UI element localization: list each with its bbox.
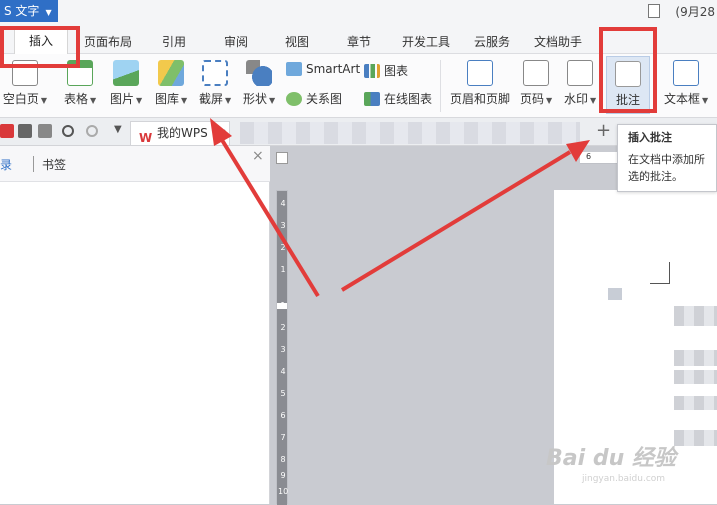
arrow-left-head bbox=[210, 118, 232, 146]
arrow-right-head bbox=[566, 140, 590, 162]
arrow-left bbox=[220, 138, 320, 298]
arrow-right bbox=[340, 150, 572, 292]
annotation-arrows bbox=[210, 118, 590, 298]
